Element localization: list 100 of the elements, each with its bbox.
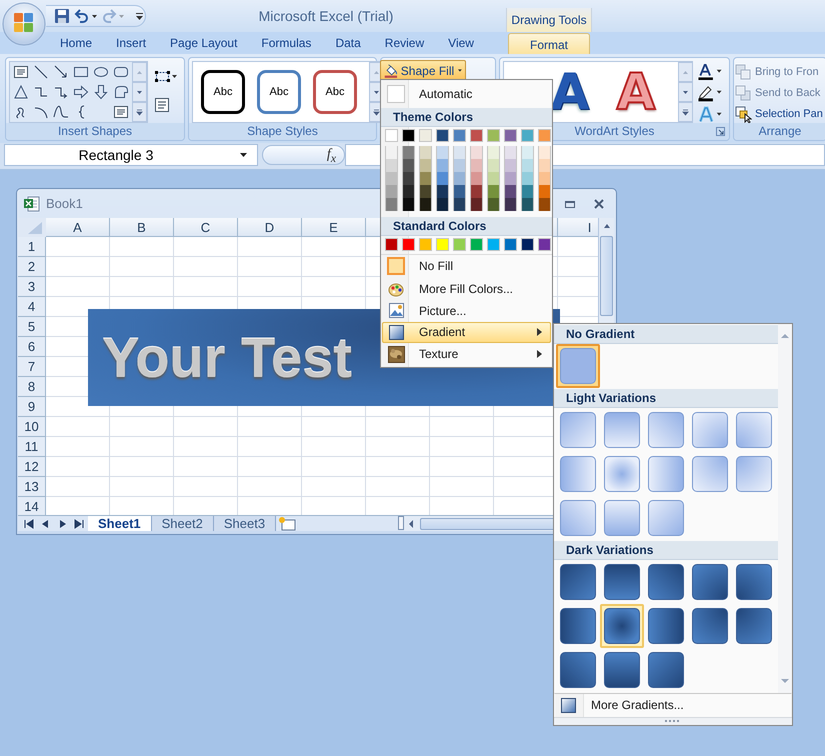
- column-header[interactable]: D: [238, 218, 302, 237]
- color-swatch[interactable]: [470, 238, 483, 251]
- color-swatch[interactable]: [504, 238, 517, 251]
- color-swatch[interactable]: [385, 198, 398, 211]
- color-swatch[interactable]: [402, 158, 415, 172]
- color-swatch[interactable]: [504, 184, 517, 198]
- color-swatch[interactable]: [419, 184, 432, 198]
- column-header[interactable]: E: [302, 218, 366, 237]
- color-swatch[interactable]: [385, 146, 398, 159]
- color-swatch[interactable]: [453, 184, 466, 198]
- color-swatch[interactable]: [538, 158, 551, 172]
- text-box-icon[interactable]: [154, 97, 170, 113]
- menu-item[interactable]: More Fill Colors...: [382, 278, 551, 300]
- color-swatch[interactable]: [538, 128, 551, 142]
- row-header[interactable]: 1: [18, 237, 46, 257]
- row-header[interactable]: 14: [18, 497, 46, 515]
- color-swatch[interactable]: [487, 146, 500, 159]
- color-swatch[interactable]: [538, 198, 551, 211]
- triangle-icon[interactable]: [13, 84, 29, 100]
- color-swatch[interactable]: [419, 146, 432, 159]
- color-swatch[interactable]: [419, 158, 432, 172]
- color-swatch[interactable]: [487, 172, 500, 185]
- color-swatch[interactable]: [470, 158, 483, 172]
- color-swatch[interactable]: [436, 158, 449, 172]
- shape-style-sample[interactable]: Abc: [257, 70, 301, 114]
- color-swatch[interactable]: [385, 128, 398, 142]
- color-swatch[interactable]: [385, 238, 398, 251]
- menu-item[interactable]: Gradient: [382, 322, 551, 344]
- row-header[interactable]: 9: [18, 397, 46, 417]
- color-swatch[interactable]: [419, 238, 432, 251]
- color-swatch[interactable]: [385, 158, 398, 172]
- color-swatch[interactable]: [402, 172, 415, 185]
- color-swatch[interactable]: [521, 238, 534, 251]
- color-swatch[interactable]: [385, 184, 398, 198]
- column-header[interactable]: A: [46, 218, 110, 237]
- insert-function-button[interactable]: f$_{x}$: [262, 145, 345, 165]
- color-swatch[interactable]: [453, 172, 466, 185]
- down-arrow-icon[interactable]: [93, 84, 109, 100]
- color-swatch[interactable]: [470, 146, 483, 159]
- sheet-tab[interactable]: Sheet1: [88, 516, 152, 531]
- color-swatch[interactable]: [504, 158, 517, 172]
- menu-item[interactable]: Automatic: [382, 82, 551, 106]
- scroll-thumb[interactable]: [600, 236, 613, 316]
- gallery-more-button[interactable]: [678, 102, 693, 122]
- color-swatch[interactable]: [470, 184, 483, 198]
- color-swatch[interactable]: [504, 146, 517, 159]
- column-header[interactable]: B: [110, 218, 174, 237]
- row-header[interactable]: 12: [18, 457, 46, 477]
- ribbon-tab[interactable]: Format: [508, 33, 590, 54]
- menu-item[interactable]: Texture: [382, 343, 551, 365]
- ribbon-tab[interactable]: Formulas: [249, 32, 324, 54]
- row-header[interactable]: 7: [18, 357, 46, 377]
- splitter-icon[interactable]: [398, 516, 404, 530]
- color-swatch[interactable]: [487, 238, 500, 251]
- restore-icon[interactable]: [564, 198, 576, 208]
- color-swatch[interactable]: [538, 238, 551, 251]
- line-icon[interactable]: [33, 64, 49, 80]
- ribbon-command[interactable]: Selection Pan: [735, 105, 823, 123]
- gallery-more-button[interactable]: [132, 102, 147, 122]
- ribbon-tab[interactable]: View: [436, 32, 486, 54]
- curve-icon[interactable]: [53, 104, 69, 120]
- color-swatch[interactable]: [436, 184, 449, 198]
- row-header[interactable]: 5: [18, 317, 46, 337]
- color-swatch[interactable]: [487, 184, 500, 198]
- color-swatch[interactable]: [521, 146, 534, 159]
- gallery-down-button[interactable]: [132, 82, 147, 102]
- color-swatch[interactable]: [504, 128, 517, 142]
- color-swatch[interactable]: [504, 198, 517, 211]
- color-swatch[interactable]: [470, 172, 483, 185]
- color-swatch[interactable]: [538, 172, 551, 185]
- row-header[interactable]: 4: [18, 297, 46, 317]
- row-header[interactable]: 13: [18, 477, 46, 497]
- row-header[interactable]: 3: [18, 277, 46, 297]
- color-swatch[interactable]: [521, 184, 534, 198]
- ribbon-tab[interactable]: Review: [372, 32, 436, 54]
- color-swatch[interactable]: [453, 198, 466, 211]
- color-swatch[interactable]: [436, 128, 449, 142]
- color-swatch[interactable]: [521, 172, 534, 185]
- color-swatch[interactable]: [470, 128, 483, 142]
- ribbon-tab[interactable]: Data: [323, 32, 373, 54]
- color-swatch[interactable]: [436, 238, 449, 251]
- arrow-line-icon[interactable]: [53, 64, 69, 80]
- color-swatch[interactable]: [402, 198, 415, 211]
- oval-icon[interactable]: [93, 64, 109, 80]
- color-swatch[interactable]: [487, 198, 500, 211]
- sheet-tab[interactable]: Sheet3: [214, 516, 276, 531]
- color-swatch[interactable]: [436, 172, 449, 185]
- color-swatch[interactable]: [419, 172, 432, 185]
- gallery-down-button[interactable]: [678, 82, 693, 102]
- name-box[interactable]: Rectangle 3: [4, 144, 258, 166]
- ribbon-tab[interactable]: Home: [48, 32, 104, 54]
- row-header[interactable]: 10: [18, 417, 46, 437]
- flowchart-shape-icon[interactable]: [113, 84, 129, 100]
- dialog-launcher-icon[interactable]: [716, 127, 725, 136]
- close-icon[interactable]: [594, 198, 604, 208]
- color-swatch[interactable]: [419, 198, 432, 211]
- rectangle-icon[interactable]: [73, 64, 89, 80]
- scroll-down-icon[interactable]: [779, 677, 791, 685]
- color-swatch[interactable]: [402, 184, 415, 198]
- color-swatch[interactable]: [419, 128, 432, 142]
